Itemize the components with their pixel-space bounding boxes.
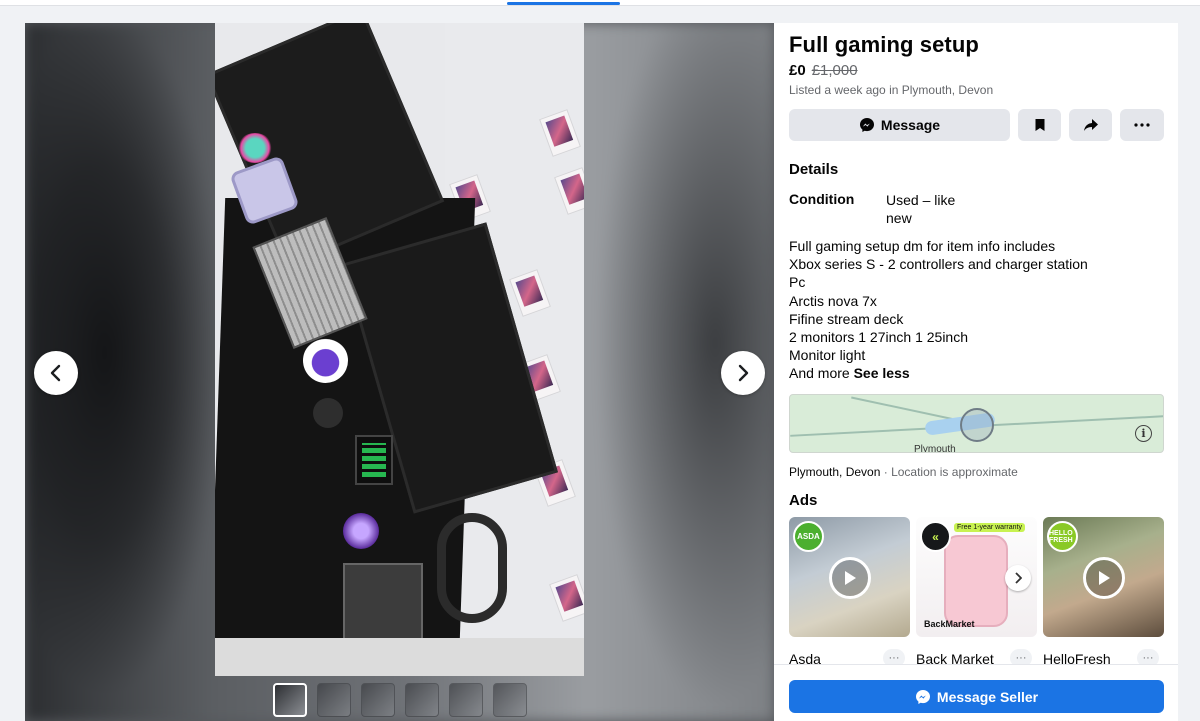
more-options-button[interactable] [1120, 109, 1164, 141]
photo-thumbnail[interactable] [405, 683, 439, 717]
share-button[interactable] [1069, 109, 1112, 141]
warranty-badge: Free 1-year warranty [954, 523, 1025, 532]
chevron-left-icon [50, 364, 61, 382]
next-photo-button[interactable] [721, 351, 765, 395]
description-last-line: And more See less [789, 364, 1149, 382]
bookmark-icon [1035, 119, 1044, 131]
description-line: And more [789, 365, 850, 382]
location-map[interactable]: Plymouth i [789, 394, 1164, 453]
location-row: Plymouth, Devon · Location is approximat… [789, 465, 1018, 479]
message-seller-bar: Message Seller [774, 664, 1178, 721]
description-line: Full gaming setup dm for item info inclu… [789, 238, 1056, 254]
chevron-right-icon [1015, 572, 1022, 584]
ad-image[interactable]: ASDA [789, 517, 910, 637]
carousel-next-button[interactable] [1005, 565, 1031, 591]
messenger-icon [915, 689, 930, 704]
ad-card[interactable]: HELLO FRESH HelloFresh ··· [1043, 517, 1164, 667]
description-line: Pc [789, 274, 806, 291]
location-note: · Location is approximate [883, 465, 1018, 479]
thumbnail-strip [273, 683, 527, 717]
photo-charger-stand [343, 563, 423, 643]
play-icon [845, 571, 856, 585]
photo-mouse [313, 398, 343, 428]
photo-thumbnail[interactable] [493, 683, 527, 717]
play-button[interactable] [1083, 557, 1125, 599]
ads-heading: Ads [789, 492, 818, 509]
action-row: Message [789, 109, 1164, 141]
photo-headphones [437, 513, 507, 623]
message-button-label: Message [880, 117, 941, 133]
condition-label: Condition [789, 191, 855, 207]
approx-location-circle [960, 408, 994, 442]
description-line: Arctis nova 7x [789, 292, 877, 309]
play-button[interactable] [829, 557, 871, 599]
save-button[interactable] [1018, 109, 1061, 141]
photo-stream-deck [355, 435, 393, 485]
photo-floor [215, 638, 584, 676]
listing-description: Full gaming setup dm for item info inclu… [789, 237, 1149, 383]
condition-value: Used – like new [886, 192, 956, 226]
listing-title: Full gaming setup [789, 32, 979, 57]
ads-carousel: ASDA Asda ··· « Free 1-year warranty Bac [789, 517, 1178, 677]
original-price: £1,000 [811, 62, 858, 79]
backmarket-logo: « [920, 521, 951, 552]
message-button[interactable]: Message [789, 109, 1010, 141]
photo-controller [343, 513, 379, 549]
share-icon [1083, 119, 1098, 131]
listing-details-panel: Full gaming setup £0 £1,000 Listed a wee… [774, 23, 1178, 721]
messenger-icon [859, 118, 874, 132]
price-row: £0 £1,000 [789, 62, 858, 79]
asda-logo: ASDA [793, 521, 824, 552]
media-viewer [25, 23, 774, 721]
ad-card[interactable]: ASDA Asda ··· [789, 517, 910, 667]
ad-image[interactable]: HELLO FRESH [1043, 517, 1164, 637]
ad-brand-mark: BackMarket [924, 619, 975, 629]
listing-meta: Listed a week ago in Plymouth, Devon [789, 83, 994, 97]
listing-photo [215, 23, 584, 676]
previous-photo-button[interactable] [34, 351, 78, 395]
active-tab-indicator [507, 2, 620, 5]
ad-card[interactable]: « Free 1-year warranty BackMarket Back M… [916, 517, 1037, 667]
phone-image [944, 535, 1008, 627]
hellofresh-logo: HELLO FRESH [1047, 521, 1078, 552]
photo-thumbnail[interactable] [273, 683, 307, 717]
details-heading: Details [789, 161, 839, 178]
info-icon[interactable]: i [1135, 425, 1152, 442]
description-line: 2 monitors 1 27inch 1 25inch [789, 329, 968, 346]
top-strip [0, 0, 1200, 6]
message-seller-button[interactable]: Message Seller [789, 680, 1164, 713]
description-line: Monitor light [789, 347, 866, 364]
see-less-link[interactable]: See less [854, 365, 910, 381]
chevron-right-icon [738, 364, 749, 382]
ellipsis-icon [1134, 123, 1150, 127]
photo-thumbnail[interactable] [317, 683, 351, 717]
description-line: Fifine stream deck [789, 310, 904, 327]
description-line: Xbox series S - 2 controllers and charge… [789, 256, 1088, 273]
listing-price: £0 [789, 62, 806, 79]
photo-controller [303, 338, 348, 383]
location-name: Plymouth, Devon [789, 465, 881, 479]
ad-image[interactable]: « Free 1-year warranty BackMarket [916, 517, 1037, 637]
photo-plant [237, 133, 273, 163]
photo-thumbnail[interactable] [449, 683, 483, 717]
message-seller-label: Message Seller [936, 688, 1039, 705]
map-town-label: Plymouth [914, 444, 956, 453]
photo-thumbnail[interactable] [361, 683, 395, 717]
play-icon [1099, 571, 1110, 585]
